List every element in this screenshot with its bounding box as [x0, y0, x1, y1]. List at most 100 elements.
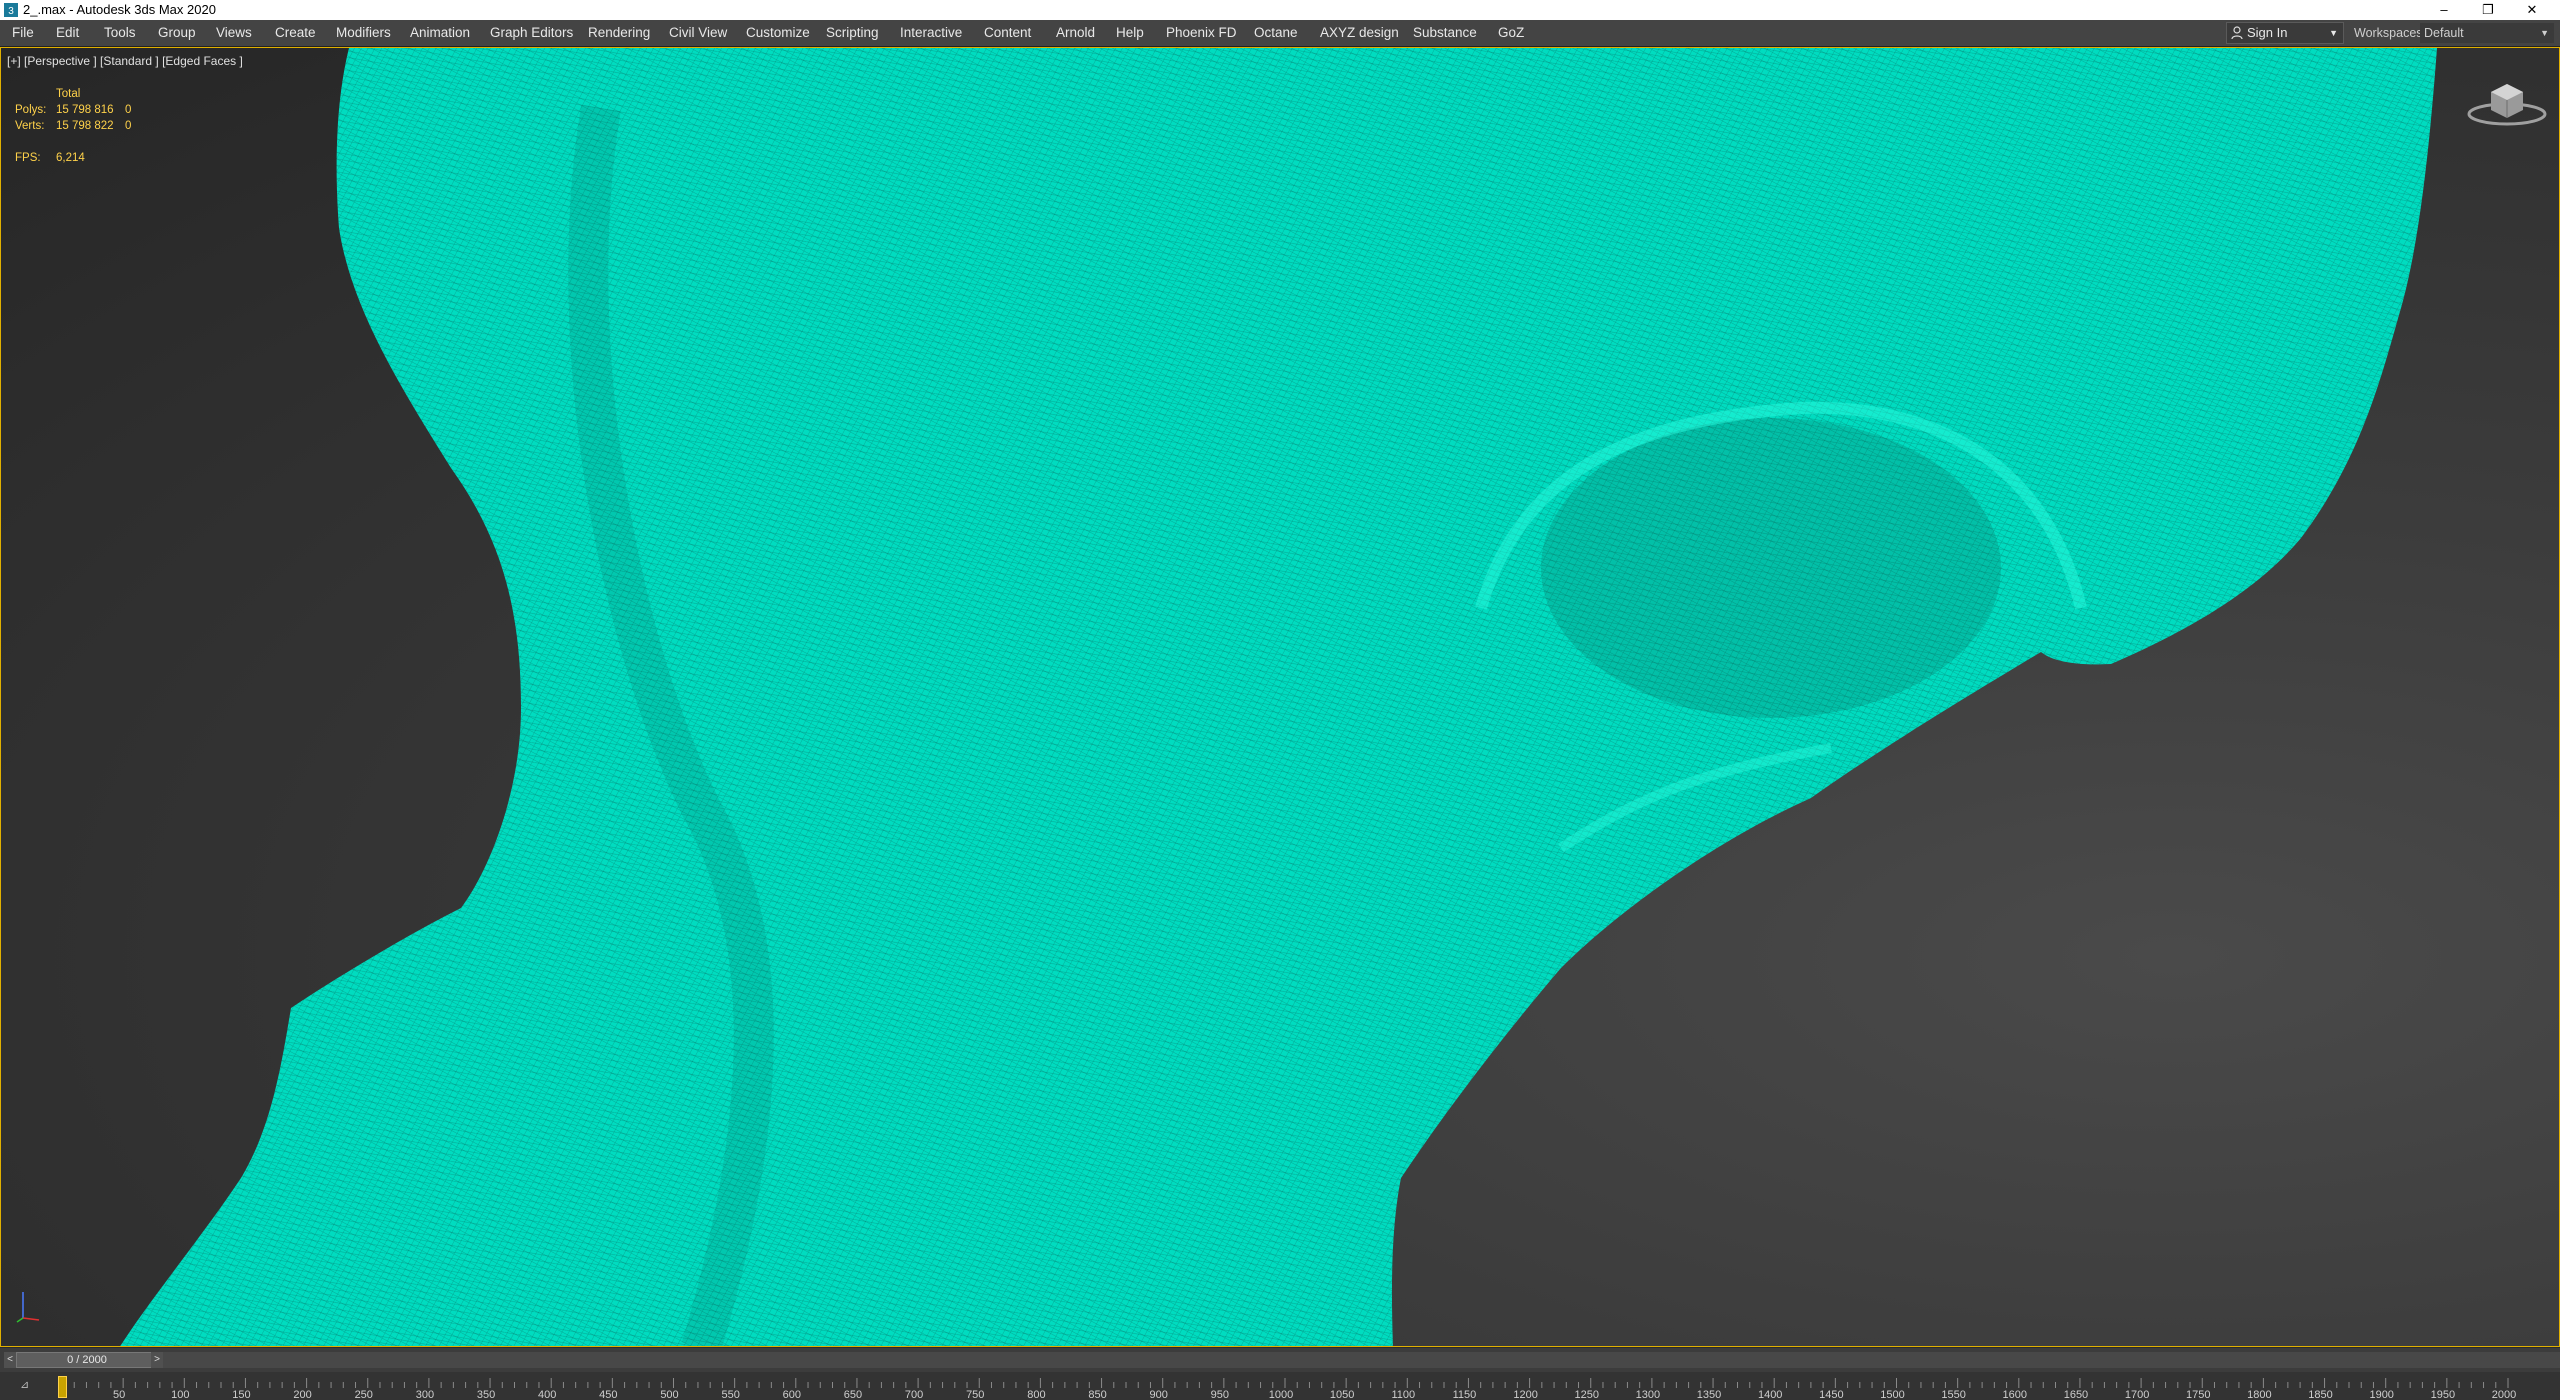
ruler-label: 750 [966, 1389, 984, 1400]
3dsmax-app-icon[interactable]: 3 [4, 3, 18, 17]
current-frame-marker[interactable] [58, 1376, 67, 1398]
verts-selected: 0 [125, 120, 132, 132]
menu-substance[interactable]: Substance [1413, 20, 1477, 46]
sign-in-dropdown[interactable]: Sign In ▼ [2226, 22, 2344, 44]
ruler-label: 1250 [1575, 1389, 1599, 1400]
ruler-label: 550 [721, 1389, 739, 1400]
verts-label: Verts: [15, 120, 45, 132]
menu-arnold[interactable]: Arnold [1056, 20, 1095, 46]
time-slider[interactable]: < 0 / 2000 > [0, 1348, 2560, 1372]
track-bar[interactable]: 50 100 150 200 250 300 350 400 450 500 550 600 650 70… [0, 1372, 2560, 1400]
workspace-value: Default [2424, 26, 2464, 40]
previous-frame-button[interactable]: < [4, 1352, 16, 1368]
ruler-label: 900 [1150, 1389, 1168, 1400]
track-bar-ruler[interactable]: 50 100 150 200 250 300 350 400 450 500 550 600 650 70… [0, 1372, 2560, 1400]
ruler-label: 1000 [1269, 1389, 1293, 1400]
menu-phoenix-fd[interactable]: Phoenix FD [1166, 20, 1237, 46]
ruler-label: 1550 [1941, 1389, 1965, 1400]
svg-text:3: 3 [8, 6, 14, 17]
ruler-label: 1100 [1391, 1389, 1415, 1400]
restore-button[interactable]: ❐ [2466, 0, 2510, 20]
ruler-label: 650 [844, 1389, 862, 1400]
menu-graph-editors[interactable]: Graph Editors [490, 20, 573, 46]
user-icon [2231, 26, 2243, 40]
time-slider-thumb[interactable]: 0 / 2000 [16, 1352, 158, 1368]
ruler-label: 100 [171, 1389, 189, 1400]
perspective-viewport[interactable]: [+] [Perspective ] [Standard ] [Edged Fa… [0, 47, 2560, 1347]
menu-civil-view[interactable]: Civil View [669, 20, 727, 46]
workspaces-label: Workspaces: [2354, 26, 2427, 40]
ruler-label: 1200 [1513, 1389, 1537, 1400]
next-frame-button[interactable]: > [151, 1352, 163, 1368]
ruler-label: 1450 [1819, 1389, 1843, 1400]
ruler-label: 950 [1211, 1389, 1229, 1400]
minimize-button[interactable]: – [2422, 0, 2466, 20]
menu-views[interactable]: Views [216, 20, 252, 46]
ruler-label: 1300 [1636, 1389, 1660, 1400]
ruler-label: 250 [355, 1389, 373, 1400]
chevron-down-icon: ▼ [2329, 28, 2338, 38]
menu-group[interactable]: Group [158, 20, 196, 46]
menu-octane[interactable]: Octane [1254, 20, 1298, 46]
ruler-label: 1900 [2369, 1389, 2393, 1400]
polys-selected: 0 [125, 104, 132, 116]
workspaces-select[interactable]: Default ▼ [2420, 23, 2554, 43]
menu-modifiers[interactable]: Modifiers [336, 20, 391, 46]
ruler-label: 400 [538, 1389, 556, 1400]
chevron-down-icon: ▼ [2540, 28, 2549, 38]
menu-axyz-design[interactable]: AXYZ design [1320, 20, 1399, 46]
viewport-label-menu[interactable]: [+] [Perspective ] [Standard ] [Edged Fa… [7, 54, 243, 68]
ruler-label: 1700 [2125, 1389, 2149, 1400]
menu-help[interactable]: Help [1116, 20, 1144, 46]
ruler-label: 200 [293, 1389, 311, 1400]
mesh-object[interactable] [1, 48, 2560, 1347]
ruler-label: 700 [905, 1389, 923, 1400]
close-button[interactable]: ✕ [2510, 0, 2554, 20]
sign-in-label: Sign In [2247, 25, 2288, 40]
menu-goz[interactable]: GoZ [1498, 20, 1524, 46]
ruler-label: 1050 [1330, 1389, 1354, 1400]
menu-scripting[interactable]: Scripting [826, 20, 879, 46]
menu-file[interactable]: File [12, 20, 34, 46]
ruler-label: 800 [1027, 1389, 1045, 1400]
ruler-label: 350 [477, 1389, 495, 1400]
ruler-label: 1500 [1880, 1389, 1904, 1400]
ruler-label: 500 [660, 1389, 678, 1400]
title-bar: 3 2_.max - Autodesk 3ds Max 2020 – ❐ ✕ [0, 0, 2560, 20]
menu-edit[interactable]: Edit [56, 20, 79, 46]
menu-bar: File Edit Tools Group Views Create Modif… [0, 20, 2560, 47]
ruler-label: 1850 [2308, 1389, 2332, 1400]
ruler-label: 2000 [2492, 1389, 2516, 1400]
ruler-label: 1400 [1758, 1389, 1782, 1400]
axis-tripod-icon [16, 1292, 40, 1323]
fps-label: FPS: [15, 152, 41, 164]
fps-value: 6,214 [56, 152, 85, 164]
track-bar-menu-icon[interactable]: ⊿ [20, 1378, 29, 1391]
menu-tools[interactable]: Tools [104, 20, 136, 46]
window-title: 2_.max - Autodesk 3ds Max 2020 [23, 2, 216, 17]
ruler-label: 450 [599, 1389, 617, 1400]
menu-content[interactable]: Content [984, 20, 1031, 46]
stats-header: Total [56, 88, 81, 100]
menu-animation[interactable]: Animation [410, 20, 470, 46]
time-slider-track[interactable] [8, 1352, 2560, 1368]
verts-value: 15 798 822 [56, 120, 114, 132]
ruler-label: 600 [783, 1389, 801, 1400]
menu-interactive[interactable]: Interactive [900, 20, 962, 46]
ruler-label: 300 [416, 1389, 434, 1400]
ruler-label: 1800 [2247, 1389, 2271, 1400]
ruler-label: 1650 [2064, 1389, 2088, 1400]
ruler-label: 150 [232, 1389, 250, 1400]
menu-rendering[interactable]: Rendering [588, 20, 650, 46]
menu-create[interactable]: Create [275, 20, 316, 46]
menu-customize[interactable]: Customize [746, 20, 810, 46]
ruler-label: 1950 [2431, 1389, 2455, 1400]
ruler-label: 1350 [1697, 1389, 1721, 1400]
ruler-label: 50 [113, 1389, 125, 1400]
ruler-label: 1150 [1453, 1389, 1477, 1400]
viewcube-icon[interactable] [2467, 78, 2547, 128]
ruler-label: 1750 [2186, 1389, 2210, 1400]
polys-label: Polys: [15, 104, 47, 116]
ruler-label: 850 [1088, 1389, 1106, 1400]
polys-value: 15 798 816 [56, 104, 114, 116]
